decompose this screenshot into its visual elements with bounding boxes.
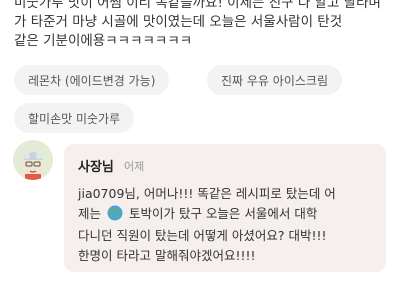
owner-reply-box: 사장님 어제 jia0709님, 어머나!!! 똑같은 레시피로 탔는데 어 제… xyxy=(64,144,386,272)
owner-name: 사장님 xyxy=(78,160,114,175)
reply-line: 제는 토박이가 탔구 오늘은 서울에서 대학 xyxy=(78,204,378,227)
reply-line-segment: 토박이가 탔구 오늘은 서울에서 대학 xyxy=(128,205,318,221)
menu-tag-lemon-tea[interactable]: 레몬차 (에이드변경 가능) xyxy=(14,65,170,95)
review-line: 같은 기분이에용ㅋㅋㅋㅋㅋㅋㅋ xyxy=(14,33,193,49)
menu-tag-milk-icecream[interactable]: 진짜 우유 아이스크림 xyxy=(207,65,342,95)
reply-line: 다니던 직원이 탔는데 어떻게 아셨어요? 대박!!! xyxy=(78,228,327,243)
reply-line-segment: 제는 xyxy=(78,205,102,221)
owner-avatar-image xyxy=(13,140,53,180)
review-line: 미숫가루 맛이 어쩜 이리 똑같을까요! 이제는 친구 다 알고 달라며 xyxy=(14,0,381,11)
reply-line: jia0709님, 어머나!!! 똑같은 레시피로 탔는데 어 xyxy=(78,186,336,201)
owner-reply-text: jia0709님, 어머나!!! 똑같은 레시피로 탔는데 어 제는 토박이가 … xyxy=(78,184,378,265)
menu-tag-misutgaru[interactable]: 할미손맛 미숫가루 xyxy=(14,103,135,133)
review-line: 가 타준거 마냥 시골에 맛이였는데 오늘은 서울사람이 탄것 xyxy=(14,14,343,30)
review-text: 미숫가루 맛이 어쩜 이리 똑같을까요! 이제는 친구 다 알고 달라며 가 타… xyxy=(14,0,394,51)
owner-avatar xyxy=(13,140,53,180)
owner-reply-date: 어제 xyxy=(124,160,145,173)
reply-line: 한명이 타라고 말해줘야겠어요!!!! xyxy=(78,247,256,263)
globe-icon xyxy=(107,205,123,227)
